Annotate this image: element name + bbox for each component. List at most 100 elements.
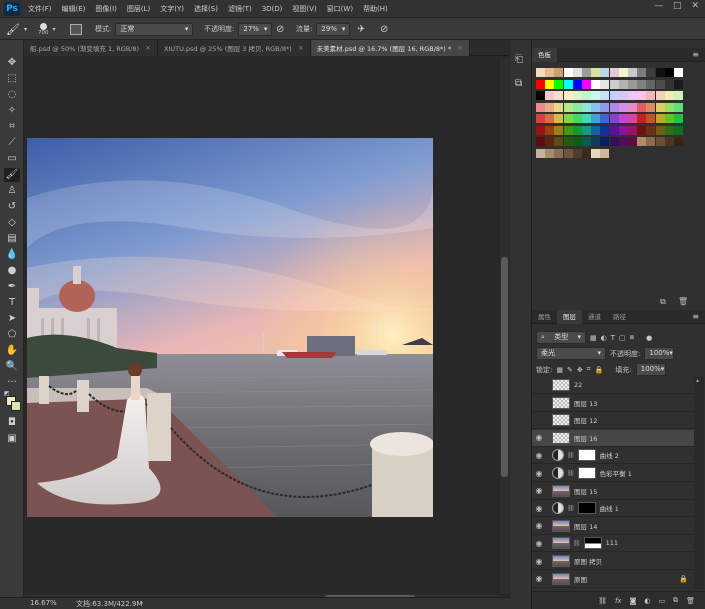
lock-transparent-icon[interactable]: ▦ bbox=[556, 366, 563, 374]
filter-shape-icon[interactable]: ▢ bbox=[619, 334, 626, 342]
layer-mask-thumbnail[interactable] bbox=[577, 449, 596, 462]
swatch-0-12[interactable] bbox=[646, 68, 656, 77]
scroll-up-icon[interactable]: ▴ bbox=[696, 377, 702, 385]
swatch-1-1[interactable] bbox=[545, 79, 555, 89]
swatch-0-7[interactable] bbox=[600, 68, 610, 77]
swatch-4-15[interactable] bbox=[674, 114, 683, 123]
swatch-2-15[interactable] bbox=[674, 91, 683, 100]
tab-channels[interactable]: 通道 bbox=[582, 310, 607, 324]
swatch-2-6[interactable] bbox=[591, 91, 601, 100]
brush-tool-icon[interactable]: 🖌 bbox=[4, 168, 20, 182]
swatch-5-11[interactable] bbox=[637, 125, 647, 135]
menu-view[interactable]: 视图(V) bbox=[292, 4, 316, 14]
menu-filter[interactable]: 滤镜(T) bbox=[228, 4, 252, 14]
zoom-tool-icon[interactable]: 🔍 bbox=[4, 360, 20, 374]
swatch-6-12[interactable] bbox=[646, 137, 656, 146]
swatch-5-13[interactable] bbox=[655, 125, 665, 135]
filter-adjustment-icon[interactable]: ◐ bbox=[601, 334, 607, 342]
layer-style-icon[interactable]: fx bbox=[615, 597, 622, 605]
new-layer-icon[interactable]: ⧉ bbox=[673, 596, 678, 605]
swatch-1-6[interactable] bbox=[591, 79, 601, 89]
swatch-2-7[interactable] bbox=[600, 91, 610, 100]
swatch-1-7[interactable] bbox=[600, 79, 610, 89]
swatch-6-0[interactable] bbox=[536, 137, 545, 146]
swatch-1-15[interactable] bbox=[674, 79, 683, 89]
layer-row[interactable]: ◉ ⛓ 色彩平衡 1 bbox=[532, 465, 694, 482]
minimize-icon[interactable]: — bbox=[654, 1, 663, 11]
swatch-3-15[interactable] bbox=[674, 102, 683, 112]
swatch-2-5[interactable] bbox=[582, 91, 591, 100]
fill-field[interactable]: 100% ▾ bbox=[635, 363, 666, 376]
new-group-icon[interactable]: ▭ bbox=[658, 597, 665, 605]
visibility-eye-icon[interactable]: ◉ bbox=[532, 574, 546, 583]
layer-mask-thumbnail[interactable] bbox=[577, 467, 596, 479]
visibility-eye-icon[interactable]: ◉ bbox=[532, 539, 546, 548]
layer-row[interactable]: ◉ 原图 🔒 bbox=[532, 571, 694, 588]
swatch-3-2[interactable] bbox=[554, 102, 564, 112]
swatch-6-1[interactable] bbox=[545, 137, 555, 146]
new-swatch-icon[interactable]: ⧉ bbox=[660, 297, 666, 307]
swatch-0-13[interactable] bbox=[655, 68, 665, 77]
swatch-0-8[interactable] bbox=[609, 68, 619, 77]
swatch-1-14[interactable] bbox=[664, 79, 674, 89]
swatch-0-2[interactable] bbox=[554, 68, 564, 77]
panel-menu-icon[interactable]: ≡ bbox=[692, 50, 699, 59]
swatch-4-4[interactable] bbox=[572, 114, 582, 123]
swatch-3-7[interactable] bbox=[600, 102, 610, 112]
tab-swatches[interactable]: 色板 bbox=[532, 47, 557, 62]
swatch-6-13[interactable] bbox=[655, 137, 665, 146]
visibility-eye-icon[interactable]: ◉ bbox=[532, 486, 546, 495]
swatch-2-8[interactable] bbox=[609, 91, 619, 100]
close-tab-icon[interactable]: × bbox=[145, 44, 151, 52]
swatch-2-1[interactable] bbox=[545, 91, 555, 100]
more-tools-icon[interactable]: ··· bbox=[4, 376, 20, 390]
pressure-size-button[interactable]: ⊘ bbox=[380, 21, 388, 37]
document-canvas[interactable] bbox=[27, 138, 433, 517]
swatch-0-6[interactable] bbox=[591, 68, 601, 77]
swatch-3-6[interactable] bbox=[591, 102, 601, 112]
swatch-4-12[interactable] bbox=[646, 114, 656, 123]
layers-scrollbar[interactable]: ▴ bbox=[694, 377, 704, 589]
gradient-tool-icon[interactable]: ▤ bbox=[4, 232, 20, 246]
chevron-right-icon[interactable]: › bbox=[140, 598, 143, 607]
history-brush-tool-icon[interactable]: ↺ bbox=[4, 200, 20, 214]
visibility-eye-icon[interactable]: ◉ bbox=[532, 557, 546, 566]
mask-link-icon[interactable]: ⛓ bbox=[567, 470, 575, 477]
swatch-1-0[interactable] bbox=[536, 79, 545, 89]
flow-field[interactable]: 29% ▾ bbox=[316, 22, 351, 36]
swatch-5-7[interactable] bbox=[600, 125, 610, 135]
blend-mode-dropdown[interactable]: 柔光 ▾ bbox=[536, 347, 606, 360]
swatch-1-5[interactable] bbox=[582, 79, 591, 89]
swatch-1-13[interactable] bbox=[655, 79, 665, 89]
swatch-3-11[interactable] bbox=[637, 102, 647, 112]
shape-tool-icon[interactable]: ⬠ bbox=[4, 328, 20, 342]
swatch-6-10[interactable] bbox=[628, 137, 637, 146]
filter-smart-object-icon[interactable]: ⧈ bbox=[630, 333, 634, 342]
brush-panel-toggle[interactable] bbox=[70, 21, 82, 37]
menu-edit[interactable]: 编辑(E) bbox=[62, 4, 86, 14]
menu-image[interactable]: 图像(I) bbox=[95, 4, 117, 14]
delete-swatch-icon[interactable]: 🗑 bbox=[678, 297, 688, 306]
mask-link-icon[interactable]: ⛓ bbox=[567, 452, 575, 459]
swatch-0-5[interactable] bbox=[582, 68, 591, 77]
filter-type-icon[interactable]: T bbox=[611, 334, 615, 342]
swatch-6-15[interactable] bbox=[674, 137, 683, 146]
tab-document-1[interactable]: 船.psd @ 50% (渐变填充 1, RGB/8) × bbox=[24, 40, 158, 56]
swatch-6-11[interactable] bbox=[637, 137, 647, 146]
filter-toggle-icon[interactable]: ● bbox=[646, 334, 652, 342]
swatch-5-0[interactable] bbox=[536, 125, 545, 135]
swatch-3-12[interactable] bbox=[646, 102, 656, 112]
swatch-0-9[interactable] bbox=[618, 68, 628, 77]
swatch-4-13[interactable] bbox=[655, 114, 665, 123]
layer-row[interactable]: ◉ ⛓ 曲线 1 bbox=[532, 500, 694, 518]
layer-mask-thumbnail[interactable] bbox=[577, 502, 596, 515]
swatch-2-4[interactable] bbox=[572, 91, 582, 100]
tab-document-2[interactable]: XIUTU.psd @ 25% (图层 3 拷贝, RGB/8*) × bbox=[157, 40, 311, 56]
link-layers-icon[interactable]: ⛓ bbox=[598, 597, 607, 605]
swatch-5-4[interactable] bbox=[572, 125, 582, 135]
lock-position-icon[interactable]: ✥ bbox=[577, 366, 583, 374]
crop-tool-icon[interactable]: ⌗ bbox=[4, 120, 20, 134]
hand-tool-icon[interactable]: ✋ bbox=[4, 344, 20, 358]
pen-tool-icon[interactable]: ✒ bbox=[4, 280, 20, 294]
swatch-7-5[interactable] bbox=[582, 148, 591, 158]
